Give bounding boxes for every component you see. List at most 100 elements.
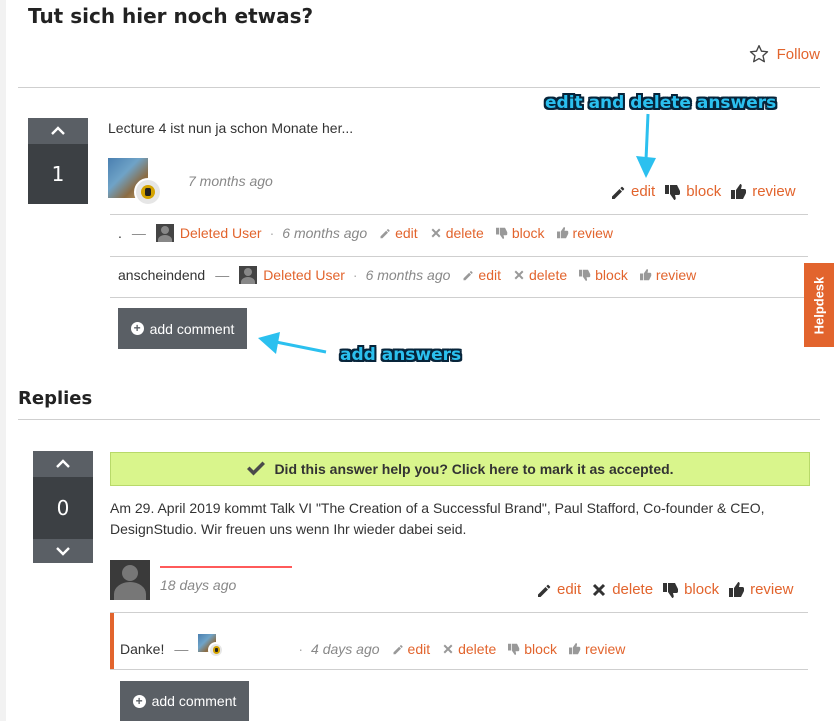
comment-edit-button[interactable]: edit [392,641,430,657]
divider [18,419,820,420]
comment-text: Danke! [120,641,165,657]
downvote-button[interactable] [33,539,93,563]
divider [110,256,808,257]
comment-block-button[interactable]: block [495,225,545,241]
comment-review-button[interactable]: review [556,225,613,241]
separator: · [269,225,275,241]
question-text: Lecture 4 ist nun ja schon Monate her... [108,120,354,136]
follow-button[interactable]: Follow [749,44,820,64]
pencil-icon [393,645,403,655]
annotation-edit-delete: edit and delete answers [545,93,777,113]
comment-edit-button[interactable]: edit [462,267,501,283]
thumbs-down-icon [665,184,681,200]
divider [110,297,808,298]
comment-delete-button[interactable]: delete [513,267,567,283]
thumbs-up-icon [568,643,581,655]
redacted-username [160,566,292,576]
checkmark-icon [247,461,266,476]
comment-block-button[interactable]: block [579,267,628,283]
thumbs-down-icon [508,643,520,655]
upvote-button[interactable] [28,118,88,144]
separator: — [174,641,189,657]
question-actions: edit block review [610,183,796,200]
thumbs-down-icon [663,582,679,598]
comment-row: Danke! — · 4 days ago edit delete block … [120,634,625,660]
separator: · [298,641,304,657]
add-comment-button[interactable]: + add comment [118,308,247,349]
divider [110,612,808,613]
thumbs-down-icon [495,227,508,239]
comment-user[interactable]: Deleted User [180,225,262,241]
thumbs-up-icon [556,227,568,239]
comment-review-button[interactable]: review [568,641,625,657]
comment-time: 6 months ago [282,225,368,241]
follow-label: Follow [776,45,820,63]
close-icon [431,228,441,238]
delete-button[interactable]: delete [591,581,653,598]
divider [110,214,808,215]
upvote-button[interactable] [33,451,93,477]
answer-actions: edit delete block review [536,581,793,598]
replies-heading: Replies [18,388,93,409]
edit-button[interactable]: edit [536,581,581,598]
comment-row: . — Deleted User · 6 months ago edit del… [118,224,613,242]
separator: — [215,267,230,283]
comment-row: anscheindend — Deleted User · 6 months a… [118,266,696,284]
helpdesk-tab[interactable]: Helpdesk [804,263,834,347]
pencil-icon [538,584,551,597]
thumbs-up-icon [731,183,747,199]
edit-button[interactable]: edit [610,183,655,200]
star-icon [749,45,768,63]
thumbs-up-icon [729,581,745,597]
block-button[interactable]: block [665,183,721,200]
plus-icon: + [130,322,144,335]
answer-time: 18 days ago [160,577,237,593]
block-button[interactable]: block [663,581,719,598]
comment-edit-button[interactable]: edit [379,225,418,241]
question-time: 7 months ago [188,173,273,189]
annotation-arrow-icon [258,332,327,354]
add-comment-button[interactable]: + add comment [120,681,249,721]
avatar[interactable] [110,560,150,600]
annotation-arrow-icon [636,113,656,178]
divider [18,87,820,88]
user-badge-icon [134,178,162,206]
comment-text: . [118,225,122,241]
close-icon [443,644,453,654]
review-button[interactable]: review [729,581,793,598]
answer-text: Am 29. April 2019 kommt Talk VI "The Cre… [110,500,765,537]
plus-icon: + [132,694,146,708]
question-vote-box: 1 [28,118,88,204]
divider [110,669,808,670]
chevron-down-icon [56,547,70,556]
user-icon [239,266,258,284]
review-button[interactable]: review [731,183,796,200]
comment-time: 4 days ago [311,641,380,657]
annotation-add-answers: add answers [340,345,462,365]
left-border [0,0,6,721]
comment-text: anscheindend [118,267,206,283]
pencil-icon [612,186,625,199]
vote-count: 0 [56,496,70,520]
thumbs-down-icon [579,269,591,281]
comment-time: 6 months ago [365,267,451,283]
comment-highlight-bar [110,613,114,669]
answer-vote-box: 0 [33,451,93,563]
pencil-icon [463,271,474,281]
separator: — [131,225,146,241]
close-icon [514,270,524,280]
comment-review-button[interactable]: review [639,267,696,283]
comment-user[interactable]: Deleted User [263,267,345,283]
avatar[interactable] [198,634,225,660]
accept-answer-banner[interactable]: Did this answer help you? Click here to … [110,452,810,486]
comment-delete-button[interactable]: delete [430,225,484,241]
thumbs-up-icon [639,269,652,281]
pencil-icon [380,229,390,239]
comment-delete-button[interactable]: delete [442,641,496,657]
page-title: Tut sich hier noch etwas? [28,4,314,28]
user-icon [155,224,174,242]
vote-count: 1 [51,162,65,186]
chevron-up-icon [51,126,65,135]
comment-block-button[interactable]: block [508,641,557,657]
close-icon [593,583,606,596]
